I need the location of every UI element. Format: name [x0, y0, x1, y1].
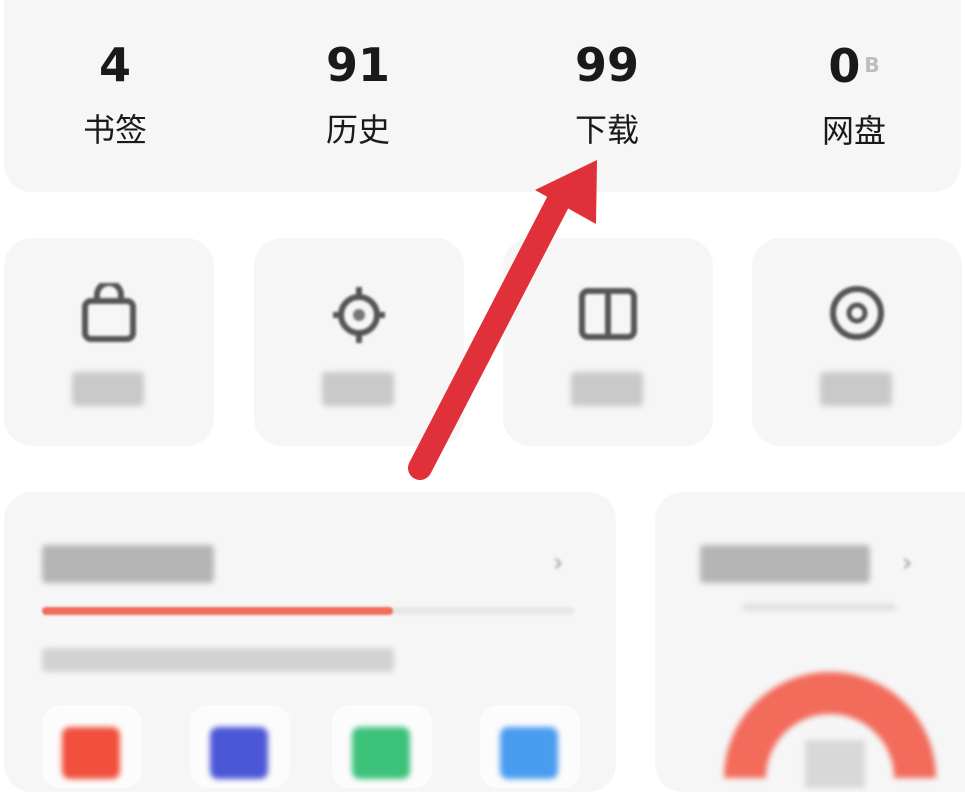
settings-gear-icon	[333, 287, 385, 343]
quick-tile-1-label	[72, 372, 144, 406]
stat-history-label: 历史	[325, 111, 390, 149]
stat-history-value: 91	[325, 38, 390, 92]
stats-card: 4 书签 91 历史 99 下载 0B 网盘	[4, 0, 961, 192]
stat-downloads[interactable]: 99 下载	[507, 38, 707, 150]
storage-card-title	[42, 545, 214, 583]
stat-cloud-drive-value: 0	[828, 39, 861, 93]
storage-progress-track	[42, 607, 574, 615]
gauge-center-block	[805, 740, 865, 788]
app-icon-1[interactable]	[42, 705, 142, 788]
quick-tile-3-label	[571, 372, 643, 406]
stat-cloud-drive-unit: B	[864, 53, 880, 77]
quick-tile-2-label	[322, 372, 394, 406]
quick-tile-1[interactable]	[4, 238, 214, 446]
quick-tile-2[interactable]	[254, 238, 464, 446]
quick-tile-4-label	[820, 372, 892, 406]
quick-tile-4[interactable]	[752, 238, 962, 446]
stat-cloud-drive-label: 网盘	[821, 112, 886, 150]
storage-usage-text	[42, 648, 394, 672]
app-icon-1-glyph	[62, 727, 120, 779]
app-icon-3[interactable]	[332, 705, 432, 788]
stat-downloads-label: 下载	[574, 111, 639, 149]
stat-bookmarks[interactable]: 4 书签	[15, 38, 215, 150]
app-icon-4[interactable]	[480, 705, 580, 788]
bag-icon	[82, 283, 136, 342]
app-icon-2-glyph	[210, 727, 268, 779]
stat-cloud-drive[interactable]: 0B 网盘	[754, 38, 954, 151]
chevron-right-icon[interactable]: ›	[553, 548, 563, 578]
compass-icon	[830, 286, 884, 340]
stat-downloads-value: 99	[574, 38, 639, 92]
quick-tile-3[interactable]	[503, 238, 713, 446]
stat-bookmarks-value: 4	[98, 38, 131, 92]
storage-progress-fill	[42, 607, 394, 615]
gauge-chevron-right-icon[interactable]: ›	[902, 548, 912, 578]
app-icon-3-glyph	[352, 727, 410, 779]
stat-bookmarks-label: 书签	[82, 111, 147, 149]
gauge-chart	[724, 672, 936, 788]
gauge-card-title	[700, 545, 870, 583]
stat-history[interactable]: 91 历史	[258, 38, 458, 150]
book-icon	[579, 288, 637, 340]
gauge-divider	[742, 604, 896, 610]
app-icon-2[interactable]	[190, 705, 290, 788]
app-icon-4-glyph	[500, 727, 558, 779]
